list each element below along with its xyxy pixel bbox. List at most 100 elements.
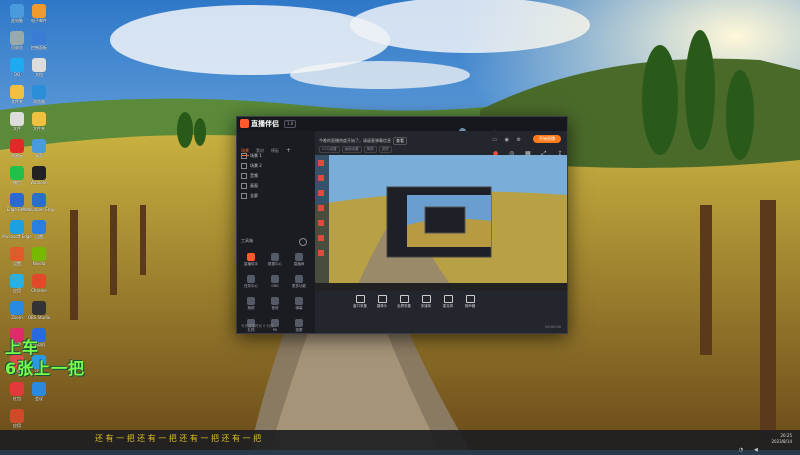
nvidia-icon: [32, 247, 46, 261]
scene-item[interactable]: 场景 1: [241, 151, 311, 161]
tool-item[interactable]: 直播助手: [240, 252, 262, 272]
live-preview[interactable]: [315, 155, 567, 291]
tool-label: 数据中心: [268, 262, 282, 266]
desktop-icon[interactable]: 会议: [24, 382, 54, 408]
tool-item[interactable]: 投屏: [288, 318, 310, 338]
sub-tag[interactable]: 画面设置: [341, 146, 362, 153]
desktop-icon[interactable]: 文档: [24, 58, 54, 84]
scene-label: 音频: [250, 173, 258, 178]
toolbox-settings-icon[interactable]: [299, 238, 307, 246]
desktop-icon[interactable]: 桌面: [24, 139, 54, 165]
tool-item[interactable]: 数据中心: [264, 252, 286, 272]
desktop-icon-label: 会议: [35, 396, 43, 401]
desktop-icon-label: OBS Studio: [27, 315, 51, 320]
file-icon: [32, 58, 46, 72]
sub-tag[interactable]: 美颜: [363, 146, 377, 153]
scene-label: 全屏: [250, 193, 258, 198]
desktop-icon-label: Wallpaper Engine: [24, 207, 54, 212]
desktop-icon[interactable]: 控制面板: [24, 31, 54, 57]
eye-icon[interactable]: [241, 173, 247, 179]
desktop-icon-label: 迅雷: [35, 234, 43, 239]
monitor-icon: [32, 139, 46, 153]
task-icon: [247, 275, 255, 283]
eye-small-icon[interactable]: ◉: [505, 137, 509, 143]
speaker-icon: [465, 295, 475, 303]
source-control[interactable]: 扬声器: [461, 295, 479, 309]
tool-item[interactable]: 更多功能: [288, 274, 310, 294]
source-control[interactable]: 麦克风: [439, 295, 457, 309]
version-badge: 1.0: [284, 120, 297, 128]
eye-icon[interactable]: [241, 193, 247, 199]
volume-icon[interactable]: ◀: [754, 447, 760, 453]
tool-item[interactable]: 直播间: [288, 252, 310, 272]
notice-button[interactable]: 查看: [393, 137, 407, 145]
eye-icon[interactable]: [241, 163, 247, 169]
tool-label: 直播助手: [244, 262, 258, 266]
chart-icon: [271, 253, 279, 261]
network-icon[interactable]: ◔: [739, 447, 745, 453]
desktop-icon-label: 应用: [13, 423, 21, 428]
sub-tag[interactable]: CCQ设置: [319, 146, 340, 153]
desktop-icon[interactable]: OBS Studio: [24, 301, 54, 327]
camera-icon: [377, 295, 387, 303]
stream-overlay-text-2: 6张上一把: [5, 359, 86, 378]
app-titlebar[interactable]: 直播伴侣 1.0 ✉ ⚙ ≡ – □ ✕: [237, 117, 567, 137]
tool-label: 弹幕: [295, 306, 303, 310]
eye-icon[interactable]: [241, 153, 247, 159]
meeting-icon: [32, 382, 46, 396]
desktop-icon[interactable]: Warzone: [24, 166, 54, 192]
app-title: 直播伴侣: [251, 120, 279, 128]
desktop-icon[interactable]: 文件夹: [24, 112, 54, 138]
scene-item[interactable]: 场景 2: [241, 161, 311, 171]
source-control[interactable]: 摄像头: [373, 295, 391, 309]
audio-icon: [271, 297, 279, 305]
desktop-icon[interactable]: 浏览器: [24, 85, 54, 111]
file-icon: [10, 112, 24, 126]
desktop-icon[interactable]: Wallpaper Engine: [24, 193, 54, 219]
obs-icon: [32, 301, 46, 315]
tool-item[interactable]: 任务中心: [240, 274, 262, 294]
recycle-icon: [10, 31, 24, 45]
source-control-label: 扬声器: [464, 304, 476, 308]
app-icon: [10, 409, 24, 423]
go-live-button[interactable]: 开始直播: [533, 135, 561, 143]
source-control[interactable]: 窗口采集: [351, 295, 369, 309]
notice-bar: 今晚的直播热度开始了，请留意弹幕信息 查看: [319, 137, 407, 145]
scene-item[interactable]: 全屏: [241, 191, 311, 201]
sub-tag[interactable]: 滤镜: [378, 146, 392, 153]
gear-small-icon[interactable]: ⚙: [517, 137, 521, 143]
window-icon: [355, 295, 365, 303]
media-icon: [421, 295, 431, 303]
tool-item[interactable]: 弹幕: [288, 296, 310, 316]
tool-item[interactable]: 音效: [264, 296, 286, 316]
main-panel: 今晚的直播热度开始了，请留意弹幕信息 查看 CCQ设置 画面设置 美颜 滤镜 ● ◎ ▦…: [315, 131, 567, 333]
tool-item[interactable]: 美颜: [240, 296, 262, 316]
app-icon: [10, 382, 24, 396]
eye-icon[interactable]: [241, 183, 247, 189]
app-logo-icon: [240, 119, 249, 128]
camera-small-icon[interactable]: ▭: [492, 137, 497, 143]
toolbox-title: 工具箱: [241, 238, 253, 243]
tool-item[interactable]: OBS: [264, 274, 286, 294]
game-icon: [32, 166, 46, 180]
browser-icon: [32, 85, 46, 99]
desktop-icon[interactable]: 迅雷: [24, 220, 54, 246]
scene-item[interactable]: 画面: [241, 181, 311, 191]
obs-icon: [271, 275, 279, 283]
source-control[interactable]: 全屏采集: [395, 295, 413, 309]
source-control[interactable]: 多媒体: [417, 295, 435, 309]
desktop-icon-label: Nvidia: [32, 261, 46, 266]
clock[interactable]: 20:25 2023/8/14: [771, 433, 792, 445]
desktop-icon[interactable]: 电子邮件: [24, 4, 54, 30]
tool-label: 更多功能: [292, 284, 306, 288]
tool-label: 音效: [271, 306, 279, 310]
desktop-icon-label: 电子邮件: [31, 18, 47, 23]
scene-item[interactable]: 音频: [241, 171, 311, 181]
control-panel-icon: [32, 31, 46, 45]
mic-icon: [443, 295, 453, 303]
tool-label: 投屏: [295, 328, 303, 332]
desktop-icon[interactable]: Nvidia: [24, 247, 54, 273]
desktop-icon-label: Warzone: [30, 180, 48, 185]
desktop-icon[interactable]: Chrome: [24, 274, 54, 300]
tool-label: OBS: [271, 284, 279, 288]
